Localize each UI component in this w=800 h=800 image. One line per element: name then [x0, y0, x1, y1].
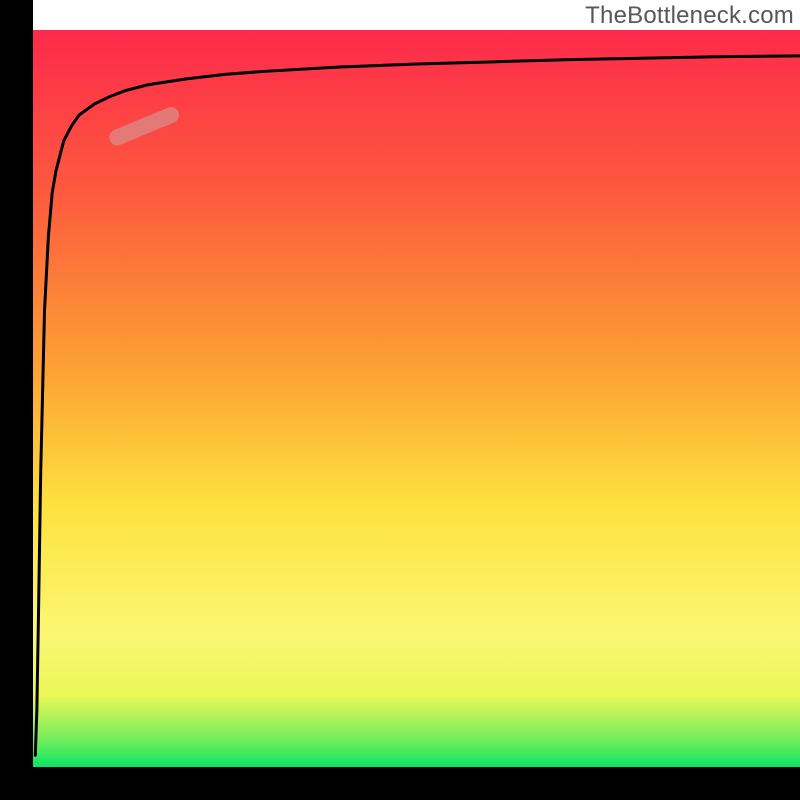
gradient-background: [33, 30, 800, 770]
chart-canvas: TheBottleneck.com: [0, 0, 800, 800]
chart-svg: [0, 0, 800, 800]
frame-left: [0, 0, 33, 800]
frame-bottom: [0, 767, 800, 800]
watermark-text: TheBottleneck.com: [585, 2, 794, 30]
